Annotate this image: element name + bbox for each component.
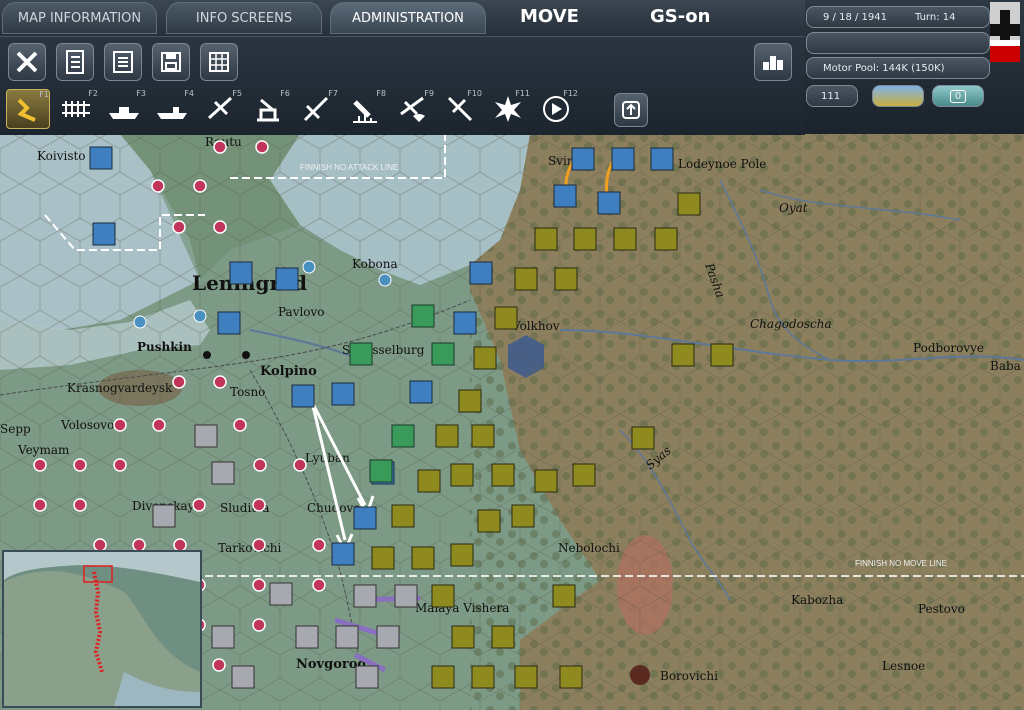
command-naval-transport[interactable]: F3 bbox=[102, 89, 146, 129]
tab-bar: MAP INFORMATION INFO SCREENS ADMINISTRAT… bbox=[0, 0, 805, 36]
factory-icon bbox=[763, 56, 783, 70]
tab-info-screens[interactable]: INFO SCREENS bbox=[166, 2, 322, 34]
place-sepp: Sepp bbox=[0, 422, 31, 436]
grid-icon bbox=[209, 52, 229, 72]
up-arrow-icon bbox=[622, 101, 640, 119]
save-disk-icon bbox=[161, 52, 181, 72]
place-nebolochi: Nebolochi bbox=[558, 541, 620, 555]
close-button[interactable] bbox=[8, 43, 46, 81]
place-pestovo: Pestovo bbox=[918, 602, 965, 616]
report-list-button[interactable] bbox=[104, 43, 142, 81]
weather-indicator[interactable] bbox=[872, 85, 924, 107]
explosion-icon bbox=[495, 96, 521, 122]
place-kolpino: Kolpino bbox=[260, 364, 317, 379]
command-interdict[interactable]: F10 bbox=[438, 89, 482, 129]
command-toolbar: F1 F2 F3 F4 F5 F6 F7 F8 F9 F10 F11 F12 bbox=[0, 36, 805, 135]
place-oyat: Oyat bbox=[779, 201, 808, 215]
plane-interdict-icon bbox=[447, 96, 473, 122]
close-icon bbox=[16, 51, 38, 73]
landing-ship-icon bbox=[157, 107, 187, 119]
command-attack[interactable]: F11 bbox=[486, 89, 530, 129]
place-baba: Baba bbox=[990, 359, 1021, 373]
place-krasnogvardeysk: Krasnogvardeysk bbox=[67, 381, 173, 395]
bomb-icon bbox=[353, 100, 377, 123]
play-circle-icon bbox=[543, 96, 569, 122]
minimap-canvas bbox=[4, 552, 200, 706]
parachute-icon bbox=[400, 96, 425, 122]
place-chagodoscha: Chagodoscha bbox=[750, 317, 832, 331]
finnish-no-move-line-label: FINNISH NO MOVE LINE bbox=[855, 559, 947, 568]
nation-flag bbox=[990, 2, 1020, 62]
command-bomb[interactable]: F8 bbox=[342, 89, 386, 129]
mode-label: MOVE bbox=[520, 6, 579, 27]
plane-recon-icon bbox=[207, 96, 233, 120]
counter-display: 111 bbox=[806, 85, 858, 107]
airfield-icon bbox=[257, 98, 279, 122]
command-end-turn[interactable]: F12 bbox=[534, 89, 578, 129]
unit-list-button[interactable] bbox=[56, 43, 94, 81]
command-air-transfer[interactable]: F6 bbox=[246, 89, 290, 129]
tab-map-information[interactable]: MAP INFORMATION bbox=[2, 2, 157, 34]
turn-display: Turn: 14 bbox=[915, 11, 956, 23]
place-borovichi: Borovichi bbox=[660, 669, 718, 683]
command-ground-attack[interactable]: F7 bbox=[294, 89, 338, 129]
command-move[interactable]: F1 bbox=[6, 89, 50, 129]
list-icon bbox=[113, 51, 133, 73]
command-air-recon[interactable]: F5 bbox=[198, 89, 242, 129]
command-airdrop[interactable]: F9 bbox=[390, 89, 434, 129]
place-kabozha: Kabozha bbox=[791, 593, 843, 607]
place-chudovo: Chudovo bbox=[307, 501, 361, 515]
place-lesnoe: Lesnoe bbox=[882, 659, 925, 673]
place-malaya-vishera: Malaya Vishera bbox=[415, 601, 509, 615]
message-field bbox=[806, 32, 990, 54]
finnish-no-attack-line-label: FINNISH NO ATTACK LINE bbox=[300, 163, 398, 172]
place-tarkovichi: Tarkovichi bbox=[218, 541, 282, 555]
rail-icon bbox=[62, 101, 90, 117]
place-tosno: Tosno bbox=[230, 385, 265, 399]
notebook-icon bbox=[66, 50, 84, 74]
place-pavlovo: Pavlovo bbox=[278, 305, 325, 319]
options-button[interactable] bbox=[200, 43, 238, 81]
plane-attack-icon bbox=[303, 96, 329, 122]
place-veymam: Veymam bbox=[17, 443, 70, 457]
place-kobona: Kobona bbox=[352, 257, 398, 271]
place-podborovye: Podborovye bbox=[913, 341, 984, 355]
iron-cross-icon bbox=[990, 2, 1020, 62]
zero-counter[interactable]: 0 bbox=[932, 85, 984, 107]
minimap[interactable] bbox=[2, 550, 202, 708]
place-koivisto: Koivisto bbox=[37, 149, 86, 163]
tab-administration[interactable]: ADMINISTRATION bbox=[330, 2, 486, 34]
command-amphibious[interactable]: F4 bbox=[150, 89, 194, 129]
upgrade-button[interactable] bbox=[614, 93, 648, 127]
date-turn-display: 9 / 18 / 1941 Turn: 14 bbox=[806, 6, 990, 28]
date-display: 9 / 18 / 1941 bbox=[823, 11, 887, 23]
production-button[interactable] bbox=[754, 43, 792, 81]
save-button[interactable] bbox=[152, 43, 190, 81]
place-volosovo: Volosovo bbox=[60, 418, 114, 432]
motor-pool-display: Motor Pool: 144K (150K) bbox=[806, 57, 990, 79]
place-pushkin: Pushkin bbox=[137, 340, 192, 354]
command-rail[interactable]: F2 bbox=[54, 89, 98, 129]
place-volkhov: Volkhov bbox=[511, 319, 560, 333]
gs-label[interactable]: GS-on bbox=[650, 6, 710, 27]
ship-icon bbox=[109, 107, 139, 119]
place-lodeynoe-pole: Lodeynoe Pole bbox=[678, 157, 766, 171]
